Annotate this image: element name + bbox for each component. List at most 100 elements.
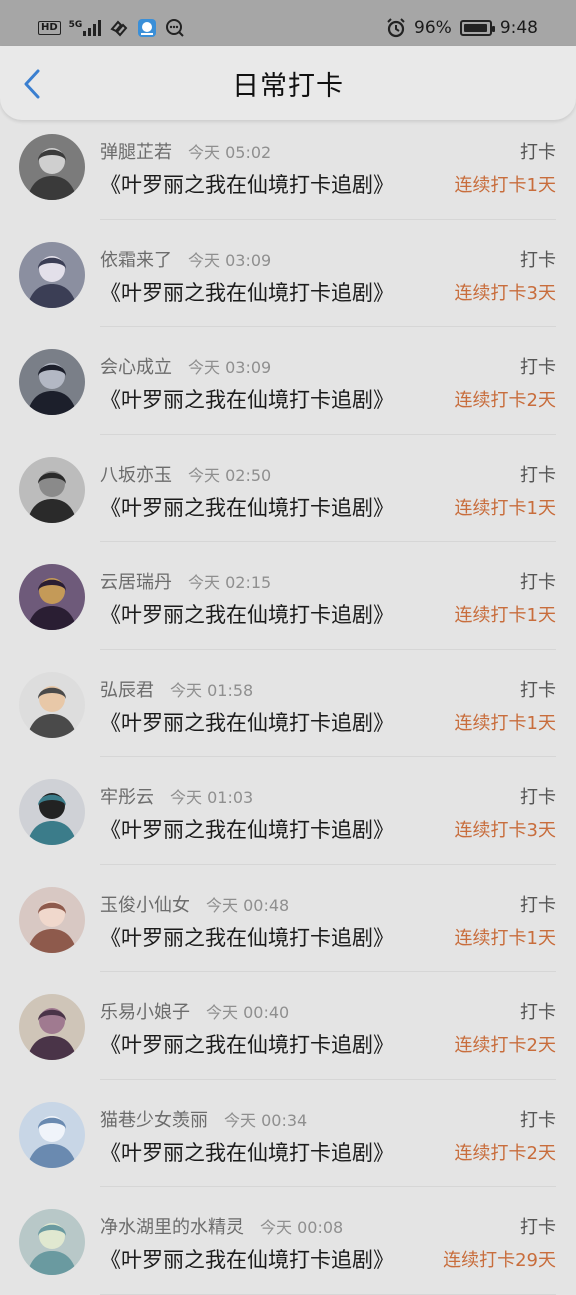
avatar[interactable] [19,779,85,845]
show-title: 《叶罗丽之我在仙境打卡追剧》 [100,710,394,735]
streak-label: 连续打卡29天 [443,1250,556,1271]
avatar[interactable] [19,349,85,415]
checkin-time: 今天 00:08 [260,1218,344,1237]
streak-label: 连续打卡1天 [454,605,556,626]
list-item[interactable]: 云居瑞丹 今天 02:15 《叶罗丽之我在仙境打卡追剧》 打卡 连续打卡1天 [0,542,576,650]
show-title: 《叶罗丽之我在仙境打卡追剧》 [100,603,394,627]
chevron-left-icon [24,69,40,99]
user-name[interactable]: 弹腿芷若 [100,138,172,164]
status-bar-left: HD 5G [38,18,185,38]
row-meta: 云居瑞丹 今天 02:15 [100,568,271,594]
checkin-action: 打卡 [520,787,556,808]
checkin-time: 今天 00:40 [206,1003,290,1022]
list-item[interactable]: 乐易小娘子 今天 00:40 《叶罗丽之我在仙境打卡追剧》 打卡 连续打卡2天 [0,972,576,1080]
status-bar-right: 96% 9:48 [386,18,538,38]
avatar[interactable] [19,671,85,738]
alarm-icon [386,18,406,38]
streak-label: 连续打卡2天 [454,1035,556,1056]
list-item[interactable]: 牢彤云 今天 01:03 《叶罗丽之我在仙境打卡追剧》 打卡 连续打卡3天 [0,757,576,865]
checkin-action: 打卡 [520,1002,556,1023]
avatar-image [19,779,85,845]
streak-label: 连续打卡1天 [454,497,556,519]
back-button[interactable] [18,68,46,100]
streak-label: 连续打卡1天 [454,712,556,734]
checkin-action: 打卡 [520,249,556,271]
show-title: 《叶罗丽之我在仙境打卡追剧》 [100,925,394,950]
checkin-time: 今天 02:50 [188,465,272,485]
show-title: 《叶罗丽之我在仙境打卡追剧》 [100,280,394,305]
battery-percent: 96% [414,18,452,38]
user-name[interactable]: 乐易小娘子 [100,998,190,1024]
row-meta: 弹腿芷若 今天 05:02 [100,138,271,164]
clock: 9:48 [499,18,538,38]
avatar[interactable] [19,994,85,1060]
checkin-action: 打卡 [520,142,556,163]
avatar[interactable] [19,886,85,953]
streak-label: 连续打卡2天 [454,390,556,411]
avatar[interactable] [19,456,85,523]
list-item[interactable]: 弹腿芷若 今天 05:02 《叶罗丽之我在仙境打卡追剧》 打卡 连续打卡1天 [0,112,576,220]
list-item[interactable]: 会心成立 今天 03:09 《叶罗丽之我在仙境打卡追剧》 打卡 连续打卡2天 [0,327,576,435]
show-title: 《叶罗丽之我在仙境打卡追剧》 [100,173,394,197]
app-icon [137,18,157,38]
user-name[interactable]: 云居瑞丹 [100,568,172,594]
streak-label: 连续打卡3天 [454,282,556,304]
user-name[interactable]: 猫巷少女羡丽 [100,1106,208,1132]
user-name[interactable]: 玉俊小仙女 [100,891,190,917]
user-name[interactable]: 依霜来了 [100,246,172,272]
row-meta: 会心成立 今天 03:09 [100,353,271,379]
show-title: 《叶罗丽之我在仙境打卡追剧》 [100,818,394,842]
avatar[interactable] [19,564,85,630]
hd-icon: HD [38,21,61,35]
list-item[interactable]: 净水湖里的水精灵 今天 00:08 《叶罗丽之我在仙境打卡追剧》 打卡 连续打卡… [0,1187,576,1295]
avatar[interactable] [19,1101,85,1168]
list-item[interactable]: 依霜来了 今天 03:09 《叶罗丽之我在仙境打卡追剧》 打卡 连续打卡3天 [0,220,576,328]
row-meta: 净水湖里的水精灵 今天 00:08 [100,1213,343,1239]
battery-level [463,24,487,32]
checkin-time: 今天 05:02 [188,143,272,162]
row-meta: 依霜来了 今天 03:09 [100,246,271,272]
avatar-image [19,994,85,1060]
avatar-image [19,886,85,953]
avatar[interactable] [19,1209,85,1275]
row-meta: 八坂亦玉 今天 02:50 [100,461,271,487]
list-item[interactable]: 玉俊小仙女 今天 00:48 《叶罗丽之我在仙境打卡追剧》 打卡 连续打卡1天 [0,865,576,973]
network-type-label: 5G [68,20,83,30]
checkin-time: 今天 02:15 [188,573,272,592]
user-name[interactable]: 弘辰君 [100,676,154,702]
checkin-time: 今天 01:58 [170,680,254,700]
checkin-action: 打卡 [520,894,556,916]
checkin-action: 打卡 [520,1109,556,1131]
user-name[interactable]: 净水湖里的水精灵 [100,1213,244,1239]
list-item[interactable]: 猫巷少女羡丽 今天 00:34 《叶罗丽之我在仙境打卡追剧》 打卡 连续打卡2天 [0,1080,576,1188]
avatar[interactable] [19,134,85,200]
checkin-action: 打卡 [520,679,556,701]
header: 日常打卡 [0,46,576,120]
show-title: 《叶罗丽之我在仙境打卡追剧》 [100,1248,394,1272]
avatar-image [19,134,85,200]
chat-icon [165,19,185,37]
avatar[interactable] [19,241,85,308]
avatar-image [19,1101,85,1168]
checkin-list: 弹腿芷若 今天 05:02 《叶罗丽之我在仙境打卡追剧》 打卡 连续打卡1天 依… [0,112,576,1295]
avatar-image [19,564,85,630]
user-name[interactable]: 八坂亦玉 [100,461,172,487]
streak-label: 连续打卡3天 [454,820,556,841]
avatar-image [19,241,85,308]
streak-label: 连续打卡2天 [454,1142,556,1164]
list-item[interactable]: 八坂亦玉 今天 02:50 《叶罗丽之我在仙境打卡追剧》 打卡 连续打卡1天 [0,435,576,543]
avatar-image [19,456,85,523]
list-item[interactable]: 弘辰君 今天 01:58 《叶罗丽之我在仙境打卡追剧》 打卡 连续打卡1天 [0,650,576,758]
checkin-action: 打卡 [520,1217,556,1238]
link-icon [109,19,129,37]
user-name[interactable]: 会心成立 [100,353,172,379]
user-name[interactable]: 牢彤云 [100,783,154,809]
row-meta: 玉俊小仙女 今天 00:48 [100,891,289,917]
show-title: 《叶罗丽之我在仙境打卡追剧》 [100,1033,394,1057]
checkin-action: 打卡 [520,357,556,378]
checkin-action: 打卡 [520,464,556,486]
checkin-action: 打卡 [520,572,556,593]
streak-label: 连续打卡1天 [454,175,556,196]
show-title: 《叶罗丽之我在仙境打卡追剧》 [100,495,394,520]
row-meta: 猫巷少女羡丽 今天 00:34 [100,1106,307,1132]
